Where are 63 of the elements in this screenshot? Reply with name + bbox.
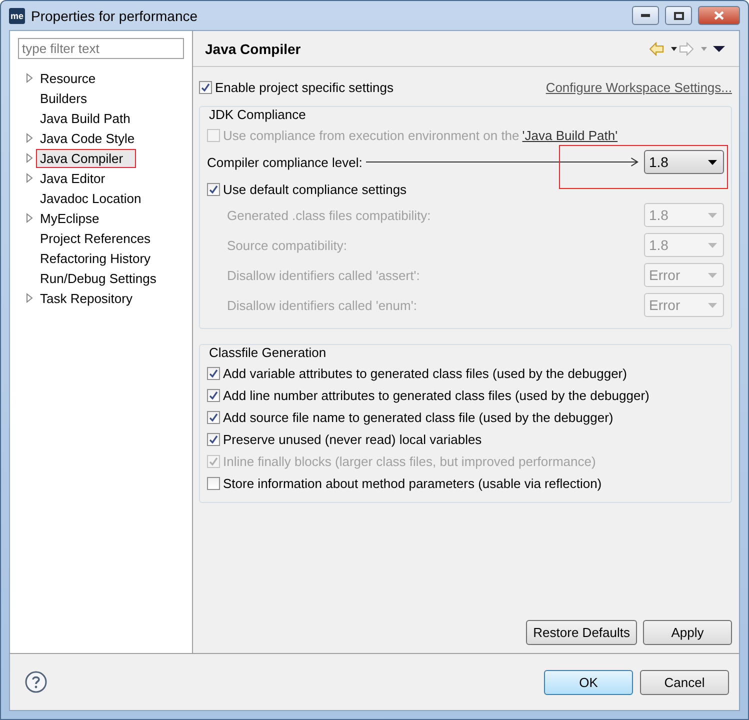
checkbox-label: Preserve unused (never read) local variables	[223, 432, 482, 446]
caret-icon	[708, 212, 717, 218]
checkbox-label: Store information about method parameters (usable via reflection)	[223, 476, 602, 490]
tree-item[interactable]: Project References	[37, 230, 154, 246]
expand-icon[interactable]	[26, 133, 34, 143]
setting-label: Disallow identifiers called 'enum':	[226, 298, 417, 312]
checkbox[interactable]	[207, 476, 220, 490]
dialog-button[interactable]: OK	[544, 670, 633, 694]
configure-link[interactable]: Configure Workspace Settings...	[546, 80, 732, 94]
maximize-icon	[674, 12, 684, 20]
app-icon: me	[9, 8, 25, 24]
tree-item[interactable]: Run/Debug Settings	[37, 270, 160, 286]
expand-icon[interactable]	[26, 153, 34, 163]
tree-item[interactable]: Java Editor	[37, 170, 108, 186]
setting-label: Source compatibility:	[226, 238, 347, 252]
checkbox[interactable]	[207, 432, 220, 446]
close-button[interactable]	[698, 6, 740, 25]
minimize-button[interactable]	[632, 6, 659, 25]
caret-icon	[708, 160, 717, 164]
compliance-label: Compiler compliance level:	[207, 154, 362, 170]
checkbox[interactable]	[199, 80, 212, 94]
checkbox-label: Use compliance from execution environment on the	[223, 128, 520, 142]
tree-item[interactable]: Java Code Style	[37, 130, 138, 146]
expand-icon[interactable]	[26, 173, 34, 183]
back-icon[interactable]	[649, 42, 679, 56]
compliance-dropdown[interactable]: 1.8	[644, 150, 724, 174]
dialog-button[interactable]: Cancel	[640, 670, 729, 694]
checkbox[interactable]	[207, 410, 220, 424]
tree-item[interactable]: Java Compiler	[37, 150, 136, 166]
checkbox[interactable]	[207, 366, 220, 380]
minimize-icon	[641, 14, 650, 17]
checkbox[interactable]	[207, 182, 220, 196]
close-icon	[714, 11, 724, 20]
page-button[interactable]: Restore Defaults	[526, 620, 637, 644]
tree-item[interactable]: Builders	[37, 90, 90, 106]
expand-icon[interactable]	[26, 213, 34, 223]
menu-icon[interactable]	[713, 44, 725, 52]
tree-item[interactable]: Resource	[37, 70, 99, 86]
tree-item[interactable]: Task Repository	[37, 290, 136, 306]
window-title: Properties for performance	[31, 8, 199, 24]
maximize-button[interactable]	[665, 6, 692, 25]
expand-icon[interactable]	[26, 293, 34, 303]
setting-label: Generated .class files compatibility:	[226, 208, 431, 222]
group-title: JDK Compliance	[207, 107, 308, 124]
page-title: Java Compiler	[205, 40, 302, 56]
caret-icon	[708, 272, 717, 278]
tree-item[interactable]: Javadoc Location	[37, 190, 144, 206]
expand-icon[interactable]	[26, 73, 34, 83]
caret-icon	[708, 302, 717, 308]
setting-label: Disallow identifiers called 'assert':	[226, 268, 420, 282]
checkbox-label: Add line number attributes to generated class files (used by the debugger)	[223, 388, 650, 402]
checkbox-label: Add source file name to generated class file (used by the debugger)	[223, 410, 614, 424]
checkbox-label: Add variable attributes to generated class files (used by the debugger)	[223, 366, 627, 380]
page-button[interactable]: Apply	[643, 620, 732, 644]
checkbox[interactable]	[207, 388, 220, 402]
tree-item[interactable]: Java Build Path	[37, 110, 134, 126]
caret-icon	[708, 242, 717, 248]
filter-field[interactable]: type filter text	[18, 38, 184, 59]
tree-item[interactable]: Refactoring History	[37, 250, 154, 266]
help-icon[interactable]	[25, 671, 47, 693]
tree-item[interactable]: MyEclipse	[37, 210, 102, 226]
checkbox-label: Inline finally blocks (larger class files, but improved performance)	[223, 454, 596, 468]
checkbox-label: Use default compliance settings	[223, 182, 407, 196]
